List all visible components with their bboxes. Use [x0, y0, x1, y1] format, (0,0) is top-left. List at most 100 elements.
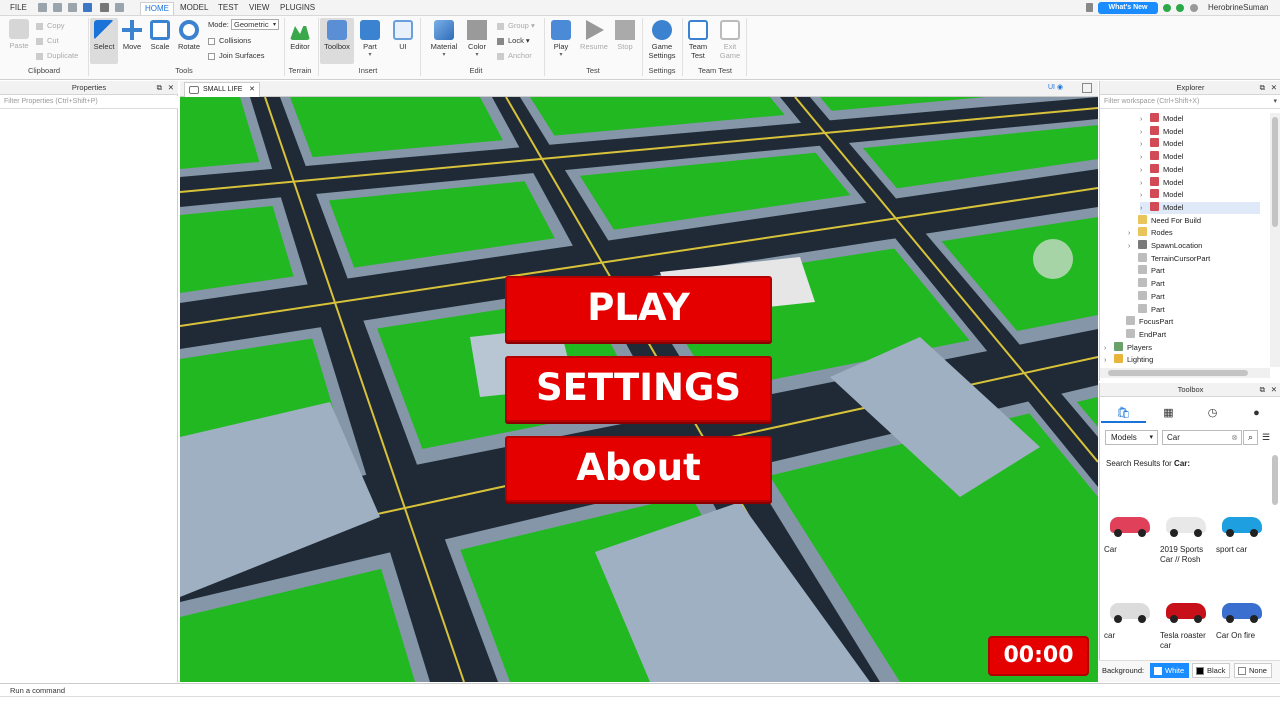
explorer-hscrollbar[interactable] [1100, 368, 1270, 378]
settings-menu-button[interactable]: SETTINGS [505, 356, 772, 422]
color-button[interactable]: Color ▾ [464, 20, 490, 60]
collisions-toggle[interactable]: Collisions [208, 36, 251, 46]
undock-icon[interactable]: ⧉ [1260, 81, 1265, 94]
explorer-item[interactable]: › Model [1140, 113, 1183, 125]
undock-icon[interactable]: ⧉ [1260, 383, 1265, 396]
ui-visibility-toggle[interactable]: UI ◉ [1048, 83, 1063, 91]
scale-tool-button[interactable]: Scale [147, 20, 173, 51]
explorer-item[interactable]: EndPart [1116, 328, 1166, 341]
asset-item[interactable]: sport car [1216, 505, 1272, 555]
toolbox-button[interactable]: Toolbox [320, 18, 354, 64]
material-button[interactable]: Material ▾ [428, 20, 460, 60]
category-dropdown[interactable]: Models ▾ [1105, 430, 1158, 445]
expand-arrow-icon[interactable]: › [1128, 228, 1138, 240]
user-icon[interactable] [1190, 4, 1198, 12]
part-button[interactable]: Part ▾ [357, 20, 383, 60]
command-input[interactable]: Run a command [10, 686, 65, 695]
explorer-item[interactable]: › Players [1104, 341, 1152, 355]
mode-dropdown[interactable]: Geometric ▾ [231, 19, 279, 30]
open-file-icon[interactable] [53, 3, 62, 12]
explorer-item[interactable]: › Rodes [1128, 227, 1173, 239]
close-icon[interactable]: ✕ [168, 81, 174, 94]
group-button[interactable]: Group ▾ [497, 21, 535, 31]
explorer-item[interactable]: FocusPart [1116, 316, 1173, 328]
explorer-scrollbar[interactable] [1270, 113, 1280, 367]
tab-marketplace[interactable]: 🛍 [1101, 403, 1146, 423]
toolbox-search-input[interactable]: Car ⊗ [1162, 430, 1242, 445]
share-icon[interactable] [1086, 3, 1093, 12]
close-icon[interactable]: ✕ [1271, 383, 1277, 396]
ui-button[interactable]: UI [390, 20, 416, 51]
asset-item[interactable]: Car On fire [1216, 591, 1272, 641]
explorer-filter-input[interactable]: Filter workspace (Ctrl+Shift+X) ▾ [1100, 96, 1280, 109]
publish-icon[interactable] [83, 3, 92, 12]
explorer-item[interactable]: Need For Build [1128, 214, 1201, 227]
tab-test[interactable]: TEST [214, 2, 242, 15]
game-viewport[interactable]: PLAY SETTINGS About 00:00 [180, 97, 1098, 682]
explorer-item[interactable]: › Model [1140, 189, 1183, 201]
undo-icon[interactable] [115, 3, 124, 12]
tab-model[interactable]: MODEL [176, 2, 212, 15]
explorer-item[interactable]: › Lighting [1104, 354, 1153, 366]
filter-icon[interactable]: ☰ [1262, 432, 1270, 443]
explorer-item[interactable]: › Model [1140, 163, 1183, 177]
undock-icon[interactable]: ⧉ [157, 81, 162, 94]
game-settings-button[interactable]: Game Settings [645, 20, 679, 60]
expand-arrow-icon[interactable]: › [1140, 127, 1150, 139]
team-create-icon[interactable] [1176, 4, 1184, 12]
tab-inventory[interactable]: ▦ [1146, 403, 1191, 423]
select-tool-button[interactable]: Select [90, 18, 118, 64]
asset-item[interactable]: 2019 Sports Car // Rosh [1160, 505, 1216, 565]
move-tool-button[interactable]: Move [119, 20, 145, 51]
join-surfaces-toggle[interactable]: Join Surfaces [208, 51, 264, 61]
bg-none-button[interactable]: None [1234, 663, 1272, 678]
explorer-item[interactable]: Part [1128, 303, 1165, 316]
explorer-item[interactable]: › Model [1140, 201, 1260, 215]
exit-game-button[interactable]: Exit Game [717, 20, 743, 60]
lock-button[interactable]: Lock ▾ [497, 36, 530, 46]
file-menu[interactable]: FILE [6, 2, 31, 15]
explorer-item[interactable]: › SpawnLocation [1128, 240, 1202, 252]
explorer-item[interactable]: Part [1128, 265, 1165, 277]
toolbox-scrollbar[interactable] [1272, 455, 1278, 505]
resume-button[interactable]: Resume [578, 20, 610, 51]
properties-filter-input[interactable]: Filter Properties (Ctrl+Shift+P) [0, 96, 178, 109]
anchor-button[interactable]: Anchor [497, 51, 532, 61]
terrain-editor-button[interactable]: Editor [286, 20, 314, 51]
team-test-button[interactable]: Team Test [685, 20, 711, 60]
command-bar[interactable]: Run a command [0, 683, 1280, 697]
new-file-icon[interactable] [38, 3, 47, 12]
play-menu-button[interactable]: PLAY [505, 276, 772, 342]
expand-arrow-icon[interactable]: › [1140, 190, 1150, 202]
whats-new-button[interactable]: What's New [1098, 2, 1158, 14]
bg-black-button[interactable]: Black [1192, 663, 1231, 678]
expand-arrow-icon[interactable]: › [1104, 355, 1114, 367]
asset-item[interactable]: Tesla roaster car [1160, 591, 1216, 651]
explorer-item[interactable]: TerrainCursorPart [1128, 252, 1210, 265]
explorer-item[interactable]: › Model [1140, 138, 1183, 150]
stop-button[interactable]: Stop [612, 20, 638, 51]
about-menu-button[interactable]: About [505, 436, 772, 502]
expand-arrow-icon[interactable]: › [1140, 152, 1150, 164]
cut-button[interactable]: Cut [36, 36, 59, 46]
expand-arrow-icon[interactable]: › [1140, 165, 1150, 177]
expand-arrow-icon[interactable]: › [1128, 241, 1138, 253]
tab-view[interactable]: VIEW [245, 2, 273, 15]
explorer-item[interactable]: Part [1128, 278, 1165, 290]
fullscreen-icon[interactable] [1082, 83, 1092, 93]
play-button[interactable]: Play ▾ [548, 20, 574, 60]
expand-arrow-icon[interactable]: › [1104, 343, 1114, 355]
duplicate-button[interactable]: Duplicate [36, 51, 78, 61]
asset-item[interactable]: Car [1104, 505, 1160, 555]
expand-arrow-icon[interactable]: › [1140, 178, 1150, 190]
close-icon[interactable]: ✕ [1271, 81, 1277, 94]
bg-white-button[interactable]: White [1150, 663, 1190, 678]
paste-button[interactable]: Paste [6, 19, 32, 50]
expand-arrow-icon[interactable]: › [1140, 139, 1150, 151]
tab-home[interactable]: HOME [140, 2, 174, 15]
expand-arrow-icon[interactable]: › [1140, 203, 1150, 215]
rotate-tool-button[interactable]: Rotate [175, 20, 203, 51]
explorer-item[interactable]: › Model [1140, 125, 1183, 139]
close-tab-icon[interactable]: ✕ [249, 83, 255, 97]
hscrollbar-thumb[interactable] [1108, 370, 1248, 376]
